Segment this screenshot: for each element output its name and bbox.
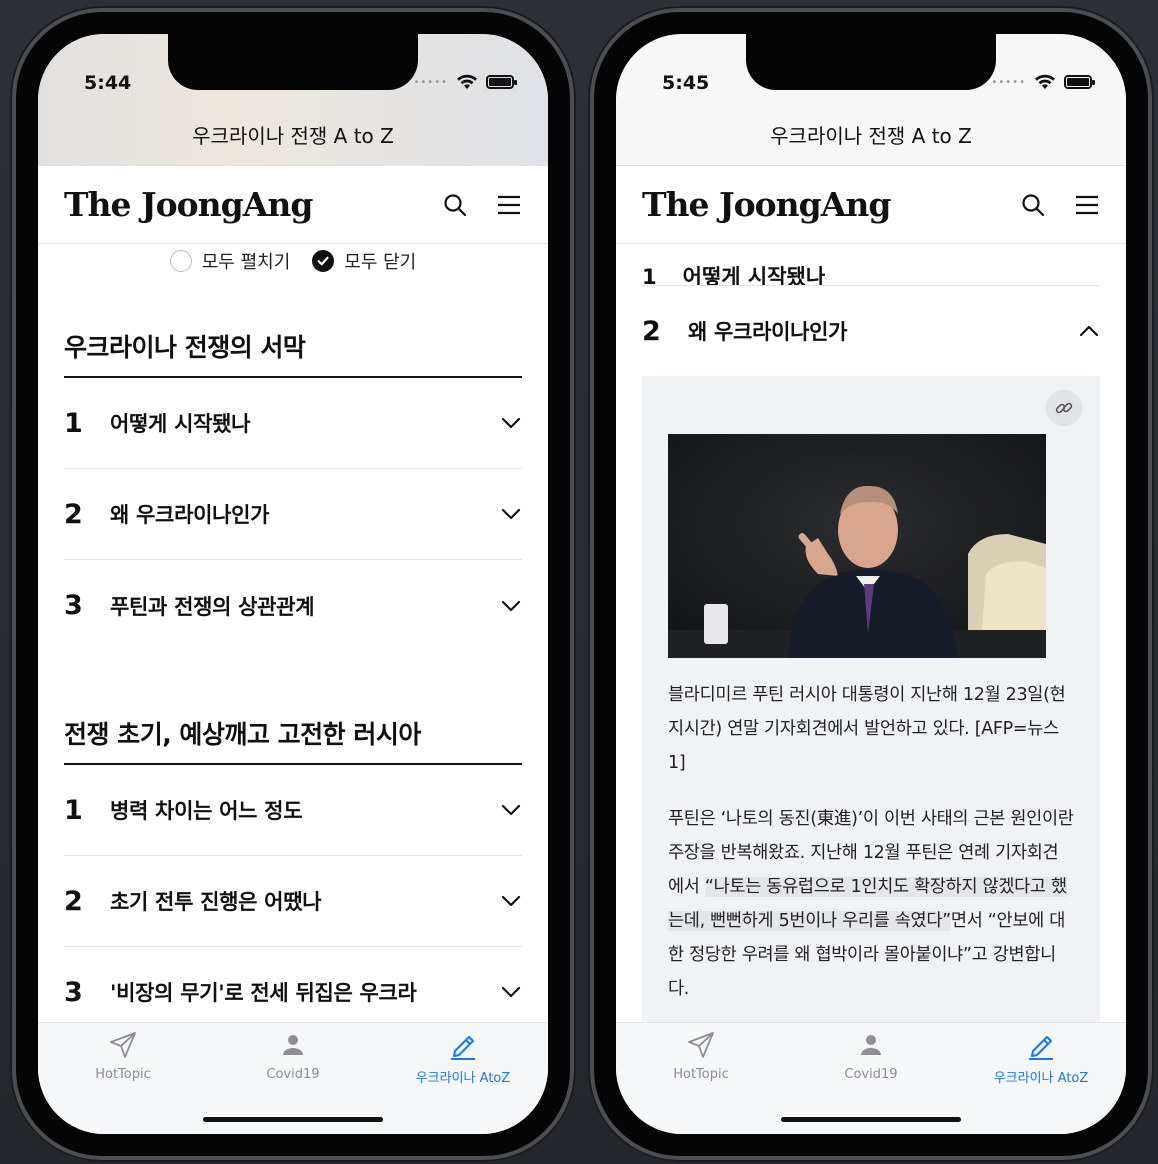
section-1: 우크라이나 전쟁의 서막 1 어떻게 시작됐나 2 왜 우크라이나인가 3 푸틴… [38,328,548,651]
accordion-item[interactable]: 2 왜 우크라이나인가 [64,469,522,560]
battery-icon [486,75,517,89]
person-icon [283,1035,303,1055]
tab-bar: HotTopic Covid19 우크라이나 AtoZ [38,1022,548,1134]
status-time: 5:44 [84,72,132,94]
tab-ukraine-atoz[interactable]: 우크라이나 AtoZ [956,1023,1126,1134]
site-header: The JoongAng [38,166,548,244]
site-header: The JoongAng [616,166,1126,244]
signal-icon: ••••• [413,76,448,88]
accordion-item[interactable]: 3 푸틴과 전쟁의 상관관계 [64,560,522,651]
paper-plane-icon [688,1032,714,1058]
pencil-icon [451,1036,475,1060]
search-icon[interactable] [1020,192,1046,218]
phone-right: 우크라이나 전쟁 A to Z 5:45 ••••• The JoongAng … [588,6,1154,1162]
chevron-down-icon [501,508,521,520]
expand-all-option[interactable]: 모두 펼치기 [169,248,290,274]
menu-icon[interactable] [496,192,522,218]
article-panel: 블라디미르 푸틴 러시아 대통령이 지난해 12월 23일(현지시간) 연말 기… [642,376,1100,1036]
chevron-down-icon [501,600,521,611]
checkmark-circle-icon [312,250,335,272]
accordion-item-expanded[interactable]: 2 왜 우크라이나인가 [642,286,1100,376]
screen-left: 우크라이나 전쟁 A to Z 5:44 ••••• The JoongAng … [38,34,548,1134]
chevron-down-icon [501,895,521,907]
collapse-all-option[interactable]: 모두 닫기 [312,248,416,274]
section-title: 전쟁 초기, 예상깨고 고전한 러시아 [64,715,522,765]
paper-plane-icon [110,1032,136,1058]
chevron-up-icon [1079,325,1099,337]
brand-logo[interactable]: The JoongAng [642,185,992,224]
section-title: 우크라이나 전쟁의 서막 [64,328,522,378]
home-indicator[interactable] [781,1117,961,1122]
wifi-icon [1035,74,1055,89]
accordion-item[interactable]: 1 병력 차이는 어느 정도 [64,765,522,856]
nav-title: 우크라이나 전쟁 A to Z [770,124,972,148]
wifi-icon [457,74,477,89]
screen-right: 우크라이나 전쟁 A to Z 5:45 ••••• The JoongAng … [616,34,1126,1134]
chevron-down-icon [501,417,521,429]
article-photo [668,434,1046,658]
home-indicator[interactable] [203,1117,383,1122]
chevron-down-icon [501,804,521,816]
notch [168,34,418,90]
tab-ukraine-atoz[interactable]: 우크라이나 AtoZ [378,1023,548,1134]
accordion-item[interactable]: 1 어떻게 시작됐나 [64,378,522,469]
expand-toggle: 모두 펼치기 모두 닫기 [38,244,548,278]
accordion-item-partial[interactable]: 1 어떻게 시작됐나 [642,244,1100,286]
accordion-item[interactable]: 2 초기 전투 진행은 어땠나 [64,856,522,947]
content: 모두 펼치기 모두 닫기 우크라이나 전쟁의 서막 1 어떻게 시작됐나 2 왜… [38,244,548,1134]
notch [746,34,996,90]
tab-hottopic[interactable]: HotTopic [38,1023,208,1134]
search-icon[interactable] [442,192,468,218]
section-2: 전쟁 초기, 예상깨고 고전한 러시아 1 병력 차이는 어느 정도 2 초기 … [38,715,548,1038]
pencil-icon [1029,1036,1053,1060]
photo-illustration [668,434,1046,658]
brand-logo[interactable]: The JoongAng [64,185,414,224]
signal-icon: ••••• [991,76,1026,88]
person-icon [861,1035,881,1055]
tab-bar: HotTopic Covid19 우크라이나 AtoZ [616,1022,1126,1134]
phone-left: 우크라이나 전쟁 A to Z 5:44 ••••• The JoongAng … [10,6,576,1162]
status-time: 5:45 [662,72,710,94]
article-body: 푸틴은 ‘나토의 동진(東進)’이 이번 사태의 근본 원인이란 주장을 반복해… [668,809,1074,999]
nav-title: 우크라이나 전쟁 A to Z [192,124,394,148]
chevron-down-icon [501,986,521,998]
tab-hottopic[interactable]: HotTopic [616,1023,786,1134]
menu-icon[interactable] [1074,192,1100,218]
radio-empty-icon [169,250,192,272]
photo-caption: 블라디미르 푸틴 러시아 대통령이 지난해 12월 23일(현지시간) 연말 기… [668,685,1066,773]
link-icon[interactable] [1046,390,1082,426]
content: 1 어떻게 시작됐나 2 왜 우크라이나인가 블라디미르 푸틴 러시아 대통령이… [616,244,1126,1134]
battery-icon [1064,75,1095,89]
